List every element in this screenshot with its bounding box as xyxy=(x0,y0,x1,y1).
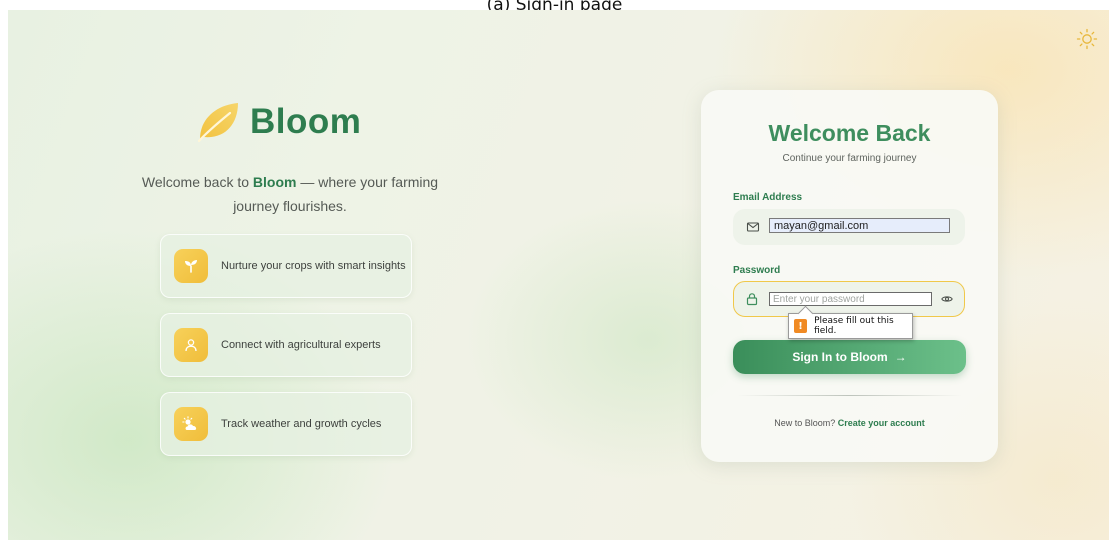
feature-text: Track weather and growth cycles xyxy=(221,418,382,430)
card-subtitle: Continue your farming journey xyxy=(782,153,917,164)
tagline: Welcome back to Bloom — where your farmi… xyxy=(140,170,440,218)
lock-icon xyxy=(746,293,758,306)
brand-name: Bloom xyxy=(250,102,362,141)
weather-icon xyxy=(174,407,208,441)
tagline-prefix: Welcome back to xyxy=(141,174,253,190)
signin-button[interactable]: Sign In to Bloom → xyxy=(733,340,966,374)
password-label: Password xyxy=(733,265,781,276)
sun-icon[interactable] xyxy=(1076,28,1098,50)
email-label: Email Address xyxy=(733,192,803,203)
brand-header: Bloom xyxy=(196,97,361,147)
validation-message: Please fill out this field. xyxy=(814,316,894,336)
tagline-brand: Bloom xyxy=(252,174,297,190)
signup-prompt-text: New to Bloom? xyxy=(774,418,838,428)
feature-text: Nurture your crops with smart insights xyxy=(221,260,406,272)
signin-card: Welcome Back Continue your farming journ… xyxy=(701,90,998,462)
email-field-container xyxy=(733,209,965,245)
feature-text: Connect with agricultural experts xyxy=(221,339,381,351)
arrow-right-icon: → xyxy=(894,350,907,364)
leaf-logo-icon xyxy=(197,103,238,143)
password-input[interactable] xyxy=(769,292,932,306)
warning-icon: ! xyxy=(794,319,808,333)
feature-card-weather: Track weather and growth cycles xyxy=(160,392,412,456)
feature-card-experts: Connect with agricultural experts xyxy=(160,313,412,377)
validation-tooltip: ! Please fill out this field. xyxy=(788,313,913,339)
card-title: Welcome Back xyxy=(768,120,931,146)
user-icon xyxy=(174,328,208,362)
divider xyxy=(737,395,962,396)
signin-button-label: Sign In to Bloom xyxy=(792,350,888,364)
create-account-link[interactable]: Create your account xyxy=(838,418,925,428)
password-field-container xyxy=(733,281,965,317)
eye-icon[interactable] xyxy=(941,293,953,305)
email-input[interactable] xyxy=(769,218,950,233)
mail-icon xyxy=(746,222,760,232)
feature-card-crops: Nurture your crops with smart insights xyxy=(160,234,412,298)
signup-prompt: New to Bloom? Create your account xyxy=(701,418,998,428)
sprout-icon xyxy=(174,249,208,283)
